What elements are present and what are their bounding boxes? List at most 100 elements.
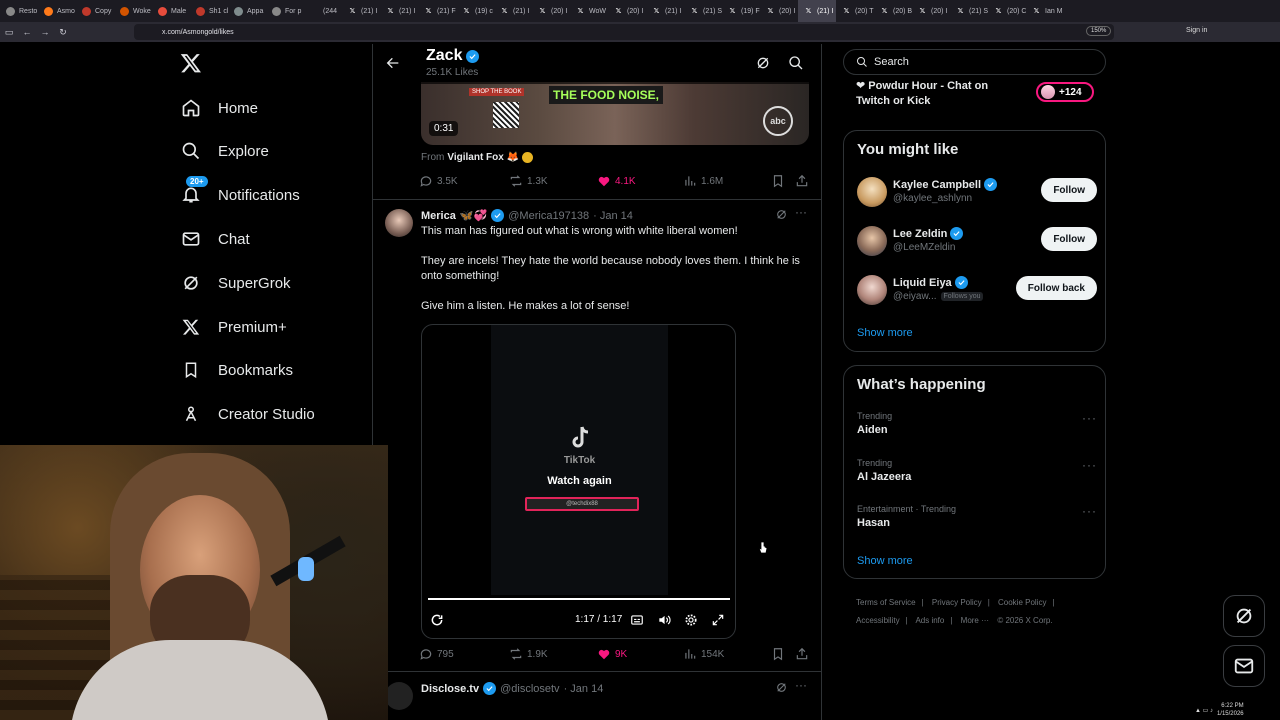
browser-tab[interactable]: Appa <box>228 0 266 22</box>
browser-tab[interactable]: Male <box>152 0 190 22</box>
follow-button[interactable]: Follow <box>1041 227 1097 251</box>
browser-tab[interactable]: Resto <box>0 0 38 22</box>
url-field[interactable]: x.com/Asmongold/likes <box>134 24 1114 40</box>
repost-button[interactable]: 1.3K <box>509 174 548 188</box>
messages-floating-button[interactable] <box>1223 645 1265 687</box>
back-arrow-icon[interactable] <box>385 55 401 71</box>
source-name[interactable]: Vigilant Fox <box>447 152 504 163</box>
browser-tab[interactable]: 𝕏 (20) I <box>532 0 570 22</box>
browser-tab[interactable]: 𝕏 (20) I <box>608 0 646 22</box>
tweet-video-player[interactable]: TikTok Watch again @techdix88 1:17 / 1:1… <box>421 324 736 639</box>
search-input[interactable]: Search <box>843 49 1106 75</box>
grok-icon[interactable] <box>775 681 788 694</box>
browser-tab[interactable]: 𝕏 (19) F <box>722 0 760 22</box>
nav-home[interactable]: Home <box>180 93 258 123</box>
like-button[interactable]: 4.1K <box>597 174 636 188</box>
nav-notifications[interactable]: 20+ Notifications <box>180 176 300 210</box>
grok-floating-button[interactable] <box>1223 595 1265 637</box>
more-icon[interactable]: ··· <box>795 205 807 219</box>
more-icon[interactable]: ··· <box>1082 458 1097 472</box>
browser-tab[interactable]: 𝕏 (21) I <box>342 0 380 22</box>
sidebar-icon[interactable]: ▭ <box>0 27 18 38</box>
author-handle[interactable]: @disclosetv <box>500 683 559 695</box>
watch-again-button[interactable]: Watch again <box>422 475 735 487</box>
suggestion-item[interactable]: Liquid Eiya @eiyaw... Follows you Follow … <box>857 273 1097 307</box>
tweet-video-thumbnail[interactable]: SHOP THE BOOK THE FOOD NOISE, 0:31 abc <box>421 82 809 145</box>
browser-tab[interactable]: Copy <box>76 0 114 22</box>
grok-icon[interactable] <box>775 208 788 221</box>
footer-link[interactable]: Privacy Policy <box>932 598 982 607</box>
x-logo-icon[interactable] <box>180 52 202 74</box>
follow-back-button[interactable]: Follow back <box>1015 276 1097 300</box>
tray-icons[interactable]: ▲ ▭ ♪ <box>1195 707 1213 714</box>
replay-icon[interactable] <box>430 613 446 629</box>
tweet-date[interactable]: · Jan 14 <box>593 210 633 222</box>
nav-creator-studio[interactable]: Creator Studio <box>180 399 315 429</box>
volume-icon[interactable] <box>657 613 673 629</box>
browser-tab[interactable]: 𝕏 (19) c <box>456 0 494 22</box>
nav-bookmarks[interactable]: Bookmarks <box>180 355 293 385</box>
live-event-title[interactable]: ❤ Powdur Hour - Chat on Twitch or Kick <box>856 79 1016 109</box>
browser-tab[interactable]: 𝕏 (20) T <box>836 0 874 22</box>
views-button[interactable]: 1.6M <box>683 174 723 188</box>
avatar[interactable] <box>857 226 887 256</box>
trend-item[interactable]: Entertainment · Trending Hasan ··· <box>857 504 1097 529</box>
browser-tab[interactable]: 𝕏 (21) I <box>494 0 532 22</box>
author-name[interactable]: Disclose.tv <box>421 683 479 695</box>
avatar[interactable] <box>385 209 413 237</box>
browser-tab[interactable]: 𝕏 (20) I <box>912 0 950 22</box>
browser-tab[interactable]: For p <box>266 0 304 22</box>
live-listeners-pill[interactable]: +124 <box>1036 82 1094 102</box>
show-more-link[interactable]: Show more <box>857 555 913 567</box>
share-button[interactable] <box>795 647 809 661</box>
video-progress-bar[interactable] <box>428 598 730 600</box>
forward-icon[interactable]: → <box>36 27 54 37</box>
like-button[interactable]: 9K <box>597 647 627 661</box>
footer-link[interactable]: Cookie Policy <box>998 598 1046 607</box>
repost-button[interactable]: 1.9K <box>509 647 548 661</box>
zoom-level[interactable]: 150% <box>1086 26 1112 36</box>
nav-supergrok[interactable]: SuperGrok <box>180 268 291 298</box>
browser-tab[interactable]: 𝕏 (21) S <box>684 0 722 22</box>
views-button[interactable]: 154K <box>683 647 724 661</box>
browser-tab[interactable]: 𝕏 (21) F <box>418 0 456 22</box>
trend-item[interactable]: Trending Aiden ··· <box>857 411 1097 436</box>
author-name[interactable]: Merica <box>421 210 456 222</box>
search-icon[interactable] <box>788 55 804 71</box>
follow-button[interactable]: Follow <box>1041 178 1097 202</box>
footer-link[interactable]: More ··· <box>961 616 989 625</box>
more-icon[interactable]: ··· <box>1082 411 1097 425</box>
more-icon[interactable]: ··· <box>795 678 807 692</box>
author-handle[interactable]: @Merica197138 <box>508 210 589 222</box>
share-button[interactable] <box>795 174 809 188</box>
browser-tab[interactable]: Woke <box>114 0 152 22</box>
bookmark-button[interactable] <box>771 174 785 188</box>
bookmark-button[interactable] <box>771 647 785 661</box>
browser-tab[interactable]: 𝕏 Ian M <box>1026 0 1064 22</box>
browser-tab[interactable]: 𝕏 (21) I <box>646 0 684 22</box>
show-more-link[interactable]: Show more <box>857 327 913 339</box>
footer-link[interactable]: Accessibility <box>856 616 900 625</box>
browser-tab[interactable]: 𝕏 (20) B <box>874 0 912 22</box>
fullscreen-icon[interactable] <box>711 613 727 629</box>
reload-icon[interactable]: ↻ <box>54 27 72 38</box>
browser-tab[interactable]: 𝕏 WoW <box>570 0 608 22</box>
tweet-date[interactable]: · Jan 14 <box>564 683 604 695</box>
reply-button[interactable]: 3.5K <box>419 174 458 188</box>
footer-link[interactable]: Ads info <box>915 616 944 625</box>
browser-tab[interactable]: 𝕏 (20) I <box>760 0 798 22</box>
suggestion-item[interactable]: Kaylee Campbell @kaylee_ashlynn Follow <box>857 175 1097 209</box>
avatar[interactable] <box>385 682 413 710</box>
trend-item[interactable]: Trending Al Jazeera ··· <box>857 458 1097 483</box>
more-icon[interactable]: ··· <box>1082 504 1097 518</box>
nav-explore[interactable]: Explore <box>180 136 269 166</box>
back-icon[interactable]: ← <box>18 27 36 37</box>
reply-button[interactable]: 795 <box>419 647 454 661</box>
browser-tab[interactable]: 𝕏 (21) I <box>798 0 836 22</box>
browser-tab[interactable]: (244 <box>304 0 342 22</box>
browser-tab[interactable]: Asmo <box>38 0 76 22</box>
grok-icon[interactable] <box>755 55 771 71</box>
browser-tab[interactable]: 𝕏 (20) C <box>988 0 1026 22</box>
settings-gear-icon[interactable] <box>684 613 700 629</box>
nav-premium[interactable]: Premium+ <box>180 312 287 342</box>
